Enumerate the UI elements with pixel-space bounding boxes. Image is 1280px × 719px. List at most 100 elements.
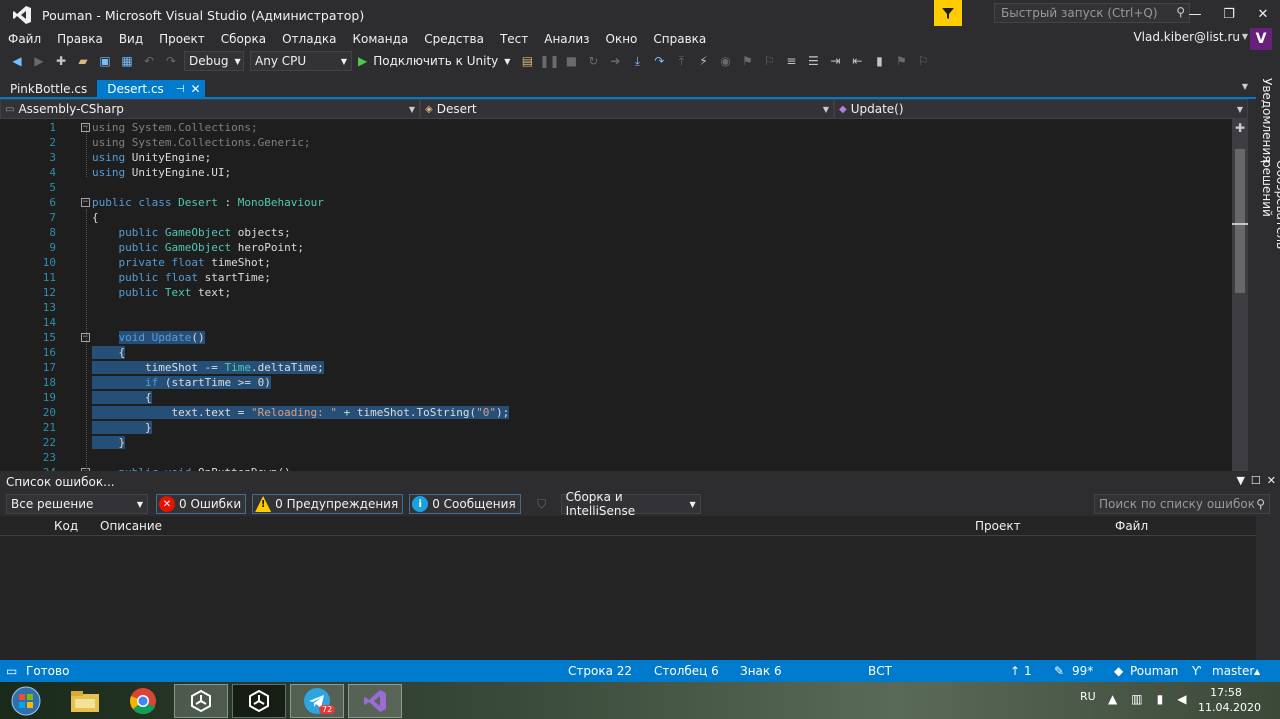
- code-line[interactable]: 15− void Update(): [0, 330, 1232, 345]
- bookmark-toggle-icon[interactable]: ⚑: [892, 52, 910, 70]
- code-line[interactable]: 12 public Text text;: [0, 285, 1232, 300]
- status-repo[interactable]: Pouman: [1130, 664, 1178, 678]
- code-line[interactable]: 7{: [0, 210, 1232, 225]
- attach-unity-button[interactable]: ▶ Подключить к Unity ▼: [358, 54, 510, 68]
- code-line[interactable]: 6 − public class Desert : MonoBehaviour: [0, 195, 1232, 210]
- menu-analyze[interactable]: Анализ: [536, 32, 597, 46]
- step-out-icon[interactable]: ⤒: [672, 52, 690, 70]
- code-line[interactable]: 18 if (startTime >= 0): [0, 375, 1232, 390]
- show-next-statement-icon[interactable]: ➜: [606, 52, 624, 70]
- code-line[interactable]: 9 public GameObject heroPoint;: [0, 240, 1232, 255]
- breakpoint-icon[interactable]: ◉: [716, 52, 734, 70]
- bookmark-clear-icon[interactable]: ⚐: [914, 52, 932, 70]
- save-all-icon[interactable]: ▦: [118, 52, 136, 70]
- code-line[interactable]: 5: [0, 180, 1232, 195]
- notifications-tab[interactable]: Уведомления: [1260, 78, 1274, 162]
- code-line[interactable]: 8 public GameObject objects;: [0, 225, 1232, 240]
- explorer-icon[interactable]: [58, 684, 112, 718]
- bookmark-prev-icon[interactable]: ⚑: [738, 52, 756, 70]
- new-project-icon[interactable]: ✚: [52, 52, 70, 70]
- collapse-icon[interactable]: −: [81, 198, 90, 207]
- code-line[interactable]: 4 using UnityEngine.UI;: [0, 165, 1232, 180]
- account-avatar[interactable]: V: [1250, 28, 1272, 50]
- pause-icon[interactable]: ❚❚: [539, 52, 559, 70]
- unity-editor-icon[interactable]: [232, 684, 286, 718]
- code-line[interactable]: 20 text.text = "Reloading: " + timeShot.…: [0, 405, 1232, 420]
- menu-window[interactable]: Окно: [598, 32, 646, 46]
- error-search-input[interactable]: Поиск по списку ошибок ⚲: [1094, 494, 1270, 514]
- language-indicator[interactable]: RU: [1080, 690, 1096, 703]
- visual-studio-taskbar-icon[interactable]: [348, 684, 402, 718]
- uncomment-icon[interactable]: ☰: [804, 52, 822, 70]
- pin-icon[interactable]: ⊣: [176, 84, 185, 95]
- indent-icon[interactable]: ⇥: [826, 52, 844, 70]
- comment-icon[interactable]: ≡: [782, 52, 800, 70]
- code-editor[interactable]: 1− using System.Collections; 2 using System…: [0, 119, 1232, 471]
- status-unpushed[interactable]: 1: [1024, 664, 1032, 678]
- network-icon[interactable]: ▥: [1131, 692, 1142, 706]
- undo-icon[interactable]: ↶: [140, 52, 158, 70]
- restore-button[interactable]: ❐: [1212, 0, 1246, 28]
- menu-debug[interactable]: Отладка: [274, 32, 344, 46]
- stop-icon[interactable]: ■: [562, 52, 580, 70]
- column-description[interactable]: Описание: [100, 519, 162, 533]
- column-project[interactable]: Проект: [975, 519, 1021, 533]
- minimize-button[interactable]: —: [1178, 0, 1212, 28]
- outdent-icon[interactable]: ⇤: [848, 52, 866, 70]
- hot-reload-icon[interactable]: ⚡: [694, 52, 712, 70]
- account-dropdown-icon[interactable]: ▼: [1242, 32, 1248, 41]
- close-button[interactable]: ✕: [1246, 0, 1280, 28]
- step-over-icon[interactable]: ↷: [650, 52, 668, 70]
- menu-file[interactable]: Файл: [0, 32, 49, 46]
- open-file-icon[interactable]: ▰: [74, 52, 92, 70]
- editor-scrollbar[interactable]: ✚: [1232, 119, 1248, 471]
- menu-help[interactable]: Справка: [645, 32, 714, 46]
- menu-view[interactable]: Вид: [111, 32, 151, 46]
- tab-pinkbottle[interactable]: PinkBottle.cs: [0, 80, 97, 98]
- code-line[interactable]: 3 using UnityEngine;: [0, 150, 1232, 165]
- step-into-icon[interactable]: ⤓: [628, 52, 646, 70]
- code-line[interactable]: 24− public void OnButtonDown(): [0, 465, 1232, 471]
- tab-desert[interactable]: Desert.cs ⊣ ✕: [97, 80, 205, 98]
- configuration-select[interactable]: Debug ▼: [184, 51, 244, 71]
- find-icon[interactable]: ▤: [518, 52, 536, 70]
- redo-icon[interactable]: ↷: [162, 52, 180, 70]
- source-select[interactable]: Сборка и IntelliSense ▼: [560, 490, 701, 518]
- feedback-filter-icon[interactable]: [934, 0, 962, 26]
- class-select[interactable]: ◈ Desert ▼: [420, 99, 834, 119]
- code-line[interactable]: 13: [0, 300, 1232, 315]
- code-line[interactable]: 17 timeShot -= Time.deltaTime;: [0, 360, 1232, 375]
- account-email[interactable]: Vlad.kiber@list.ru: [1133, 30, 1240, 44]
- code-line[interactable]: 14: [0, 315, 1232, 330]
- unity-hub-icon[interactable]: [174, 684, 228, 718]
- chevron-up-icon[interactable]: ▲: [1254, 667, 1260, 676]
- close-icon[interactable]: ✕: [191, 82, 201, 96]
- back-icon[interactable]: ◀: [8, 52, 26, 70]
- code-line[interactable]: 19 {: [0, 390, 1232, 405]
- start-button[interactable]: [0, 684, 52, 718]
- column-code[interactable]: Код: [54, 519, 78, 533]
- tray-expand-icon[interactable]: ▲: [1108, 692, 1117, 706]
- project-select[interactable]: ▭ Assembly-CSharp ▼: [0, 99, 420, 119]
- restart-icon[interactable]: ↻: [584, 52, 602, 70]
- menu-test[interactable]: Тест: [492, 32, 536, 46]
- menu-project[interactable]: Проект: [151, 32, 213, 46]
- code-line[interactable]: 23: [0, 450, 1232, 465]
- code-line[interactable]: 16 {: [0, 345, 1232, 360]
- tab-overflow-icon[interactable]: ▼: [1242, 82, 1248, 91]
- chrome-icon[interactable]: [116, 684, 170, 718]
- code-line[interactable]: 10 private float timeShot;: [0, 255, 1232, 270]
- bookmark-next-icon[interactable]: ⚐: [760, 52, 778, 70]
- telegram-icon[interactable]: 72: [290, 684, 344, 718]
- column-file[interactable]: Файл: [1115, 519, 1148, 533]
- menu-tools[interactable]: Средства: [416, 32, 492, 46]
- battery-icon[interactable]: ▮: [1157, 692, 1164, 706]
- volume-icon[interactable]: ◀: [1177, 692, 1186, 706]
- status-branch[interactable]: master: [1212, 664, 1254, 678]
- solution-explorer-tab[interactable]: Обозреватель решений: [1260, 160, 1280, 294]
- messages-filter-button[interactable]: i 0 Сообщения: [409, 494, 521, 514]
- taskbar-clock[interactable]: 17:58 11.04.2020: [1198, 685, 1261, 715]
- code-line[interactable]: 22 }: [0, 435, 1232, 450]
- chevron-down-icon[interactable]: ▼: [1236, 474, 1244, 487]
- code-line[interactable]: 1− using System.Collections;: [0, 120, 1232, 135]
